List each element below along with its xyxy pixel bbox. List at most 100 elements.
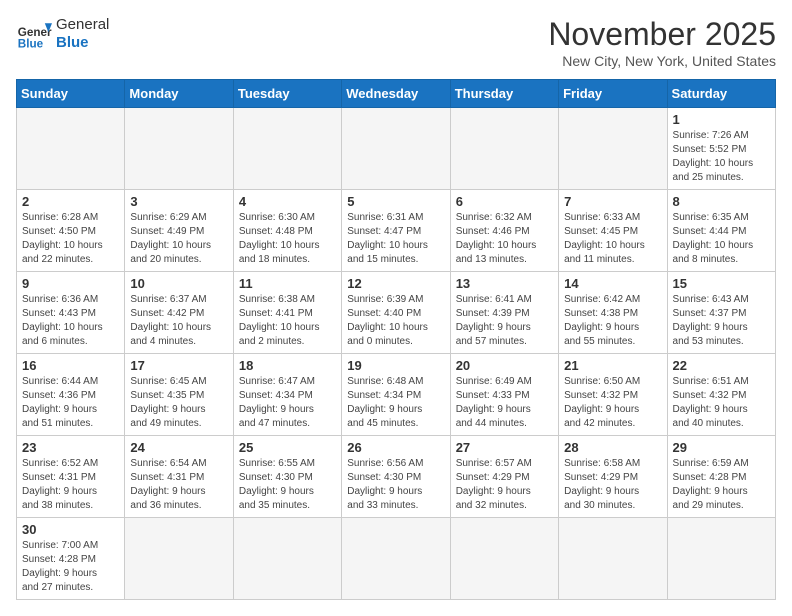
calendar-cell: 23 Sunrise: 6:52 AM Sunset: 4:31 PM Dayli…: [17, 436, 125, 518]
calendar-cell: 9 Sunrise: 6:36 AM Sunset: 4:43 PM Daylig…: [17, 272, 125, 354]
calendar-cell: 12Sunrise: 6:39 AM Sunset: 4:40 PM Dayli…: [342, 272, 450, 354]
day-info: Sunrise: 6:36 AM Sunset: 4:43 PM Dayligh…: [22, 293, 119, 349]
day-number: 9: [22, 276, 119, 291]
day-number: 1: [673, 112, 770, 127]
col-wednesday: Wednesday: [342, 80, 450, 108]
col-saturday: Saturday: [667, 80, 775, 108]
day-info: Sunrise: 6:57 AM Sunset: 4:29 PM Dayligh…: [456, 457, 553, 513]
day-number: 29: [673, 440, 770, 455]
day-info: Sunrise: 6:48 AM Sunset: 4:34 PM Dayligh…: [347, 375, 444, 431]
day-info: Sunrise: 6:30 AM Sunset: 4:48 PM Dayligh…: [239, 211, 336, 267]
day-info: Sunrise: 6:29 AM Sunset: 4:49 PM Dayligh…: [130, 211, 227, 267]
calendar-cell: [125, 108, 233, 190]
logo: General Blue General Blue: [16, 16, 109, 52]
day-number: 18: [239, 358, 336, 373]
calendar-cell: 8 Sunrise: 6:35 AM Sunset: 4:44 PM Daylig…: [667, 190, 775, 272]
day-info: Sunrise: 6:52 AM Sunset: 4:31 PM Dayligh…: [22, 457, 119, 513]
day-number: 8: [673, 194, 770, 209]
day-info: Sunrise: 7:26 AM Sunset: 5:52 PM Dayligh…: [673, 129, 770, 185]
day-number: 6: [456, 194, 553, 209]
calendar-cell: [125, 518, 233, 600]
day-number: 25: [239, 440, 336, 455]
calendar-cell: 20Sunrise: 6:49 AM Sunset: 4:33 PM Dayli…: [450, 354, 558, 436]
calendar-cell: 17 Sunrise: 6:45 AM Sunset: 4:35 PM Dayli…: [125, 354, 233, 436]
location-text: New City, New York, United States: [548, 53, 776, 69]
calendar-cell: 19 Sunrise: 6:48 AM Sunset: 4:34 PM Dayli…: [342, 354, 450, 436]
day-number: 26: [347, 440, 444, 455]
day-info: Sunrise: 6:41 AM Sunset: 4:39 PM Dayligh…: [456, 293, 553, 349]
calendar-cell: 4 Sunrise: 6:30 AM Sunset: 4:48 PM Daylig…: [233, 190, 341, 272]
calendar-cell: [450, 108, 558, 190]
day-info: Sunrise: 6:58 AM Sunset: 4:29 PM Dayligh…: [564, 457, 661, 513]
calendar-cell: 14Sunrise: 6:42 AM Sunset: 4:38 PM Dayli…: [559, 272, 667, 354]
calendar-cell: 25Sunrise: 6:55 AM Sunset: 4:30 PM Dayli…: [233, 436, 341, 518]
day-number: 17: [130, 358, 227, 373]
day-number: 30: [22, 522, 119, 537]
calendar-cell: 11Sunrise: 6:38 AM Sunset: 4:41 PM Dayli…: [233, 272, 341, 354]
day-number: 15: [673, 276, 770, 291]
day-info: Sunrise: 6:28 AM Sunset: 4:50 PM Dayligh…: [22, 211, 119, 267]
col-tuesday: Tuesday: [233, 80, 341, 108]
day-number: 3: [130, 194, 227, 209]
calendar-cell: 15Sunrise: 6:43 AM Sunset: 4:37 PM Dayli…: [667, 272, 775, 354]
day-number: 10: [130, 276, 227, 291]
calendar-cell: 13 Sunrise: 6:41 AM Sunset: 4:39 PM Dayli…: [450, 272, 558, 354]
day-info: Sunrise: 6:37 AM Sunset: 4:42 PM Dayligh…: [130, 293, 227, 349]
logo-blue-text: Blue: [56, 34, 109, 52]
calendar-cell: [667, 518, 775, 600]
day-number: 23: [22, 440, 119, 455]
day-info: Sunrise: 6:54 AM Sunset: 4:31 PM Dayligh…: [130, 457, 227, 513]
day-number: 13: [456, 276, 553, 291]
calendar-cell: [342, 108, 450, 190]
calendar-cell: 18 Sunrise: 6:47 AM Sunset: 4:34 PM Dayli…: [233, 354, 341, 436]
day-info: Sunrise: 6:31 AM Sunset: 4:47 PM Dayligh…: [347, 211, 444, 267]
day-info: Sunrise: 6:59 AM Sunset: 4:28 PM Dayligh…: [673, 457, 770, 513]
day-number: 4: [239, 194, 336, 209]
calendar-cell: 10 Sunrise: 6:37 AM Sunset: 4:42 PM Dayli…: [125, 272, 233, 354]
calendar-cell: 6 Sunrise: 6:32 AM Sunset: 4:46 PM Daylig…: [450, 190, 558, 272]
day-number: 2: [22, 194, 119, 209]
day-info: Sunrise: 6:47 AM Sunset: 4:34 PM Dayligh…: [239, 375, 336, 431]
calendar-cell: 26Sunrise: 6:56 AM Sunset: 4:30 PM Dayli…: [342, 436, 450, 518]
day-info: Sunrise: 6:39 AM Sunset: 4:40 PM Dayligh…: [347, 293, 444, 349]
title-block: November 2025 New City, New York, United…: [548, 16, 776, 69]
weekday-header-row: Sunday Monday Tuesday Wednesday Thursday…: [17, 80, 776, 108]
logo-general-text: General: [56, 16, 109, 34]
month-title: November 2025: [548, 16, 776, 53]
calendar-cell: 2 Sunrise: 6:28 AM Sunset: 4:50 PM Daylig…: [17, 190, 125, 272]
calendar-cell: [450, 518, 558, 600]
calendar-cell: 3 Sunrise: 6:29 AM Sunset: 4:49 PM Daylig…: [125, 190, 233, 272]
day-info: Sunrise: 6:51 AM Sunset: 4:32 PM Dayligh…: [673, 375, 770, 431]
calendar-cell: [233, 518, 341, 600]
calendar-cell: 30Sunrise: 7:00 AM Sunset: 4:28 PM Dayli…: [17, 518, 125, 600]
calendar-cell: [559, 108, 667, 190]
calendar-cell: 21 Sunrise: 6:50 AM Sunset: 4:32 PM Dayli…: [559, 354, 667, 436]
day-number: 7: [564, 194, 661, 209]
col-monday: Monday: [125, 80, 233, 108]
calendar-table: Sunday Monday Tuesday Wednesday Thursday…: [16, 79, 776, 600]
day-number: 20: [456, 358, 553, 373]
calendar-cell: 5 Sunrise: 6:31 AM Sunset: 4:47 PM Daylig…: [342, 190, 450, 272]
col-sunday: Sunday: [17, 80, 125, 108]
day-info: Sunrise: 6:33 AM Sunset: 4:45 PM Dayligh…: [564, 211, 661, 267]
day-number: 5: [347, 194, 444, 209]
calendar-cell: 29 Sunrise: 6:59 AM Sunset: 4:28 PM Dayli…: [667, 436, 775, 518]
day-number: 28: [564, 440, 661, 455]
logo-icon: General Blue: [16, 16, 52, 52]
day-number: 27: [456, 440, 553, 455]
day-info: Sunrise: 6:35 AM Sunset: 4:44 PM Dayligh…: [673, 211, 770, 267]
calendar-cell: 1 Sunrise: 7:26 AM Sunset: 5:52 PM Daylig…: [667, 108, 775, 190]
day-number: 19: [347, 358, 444, 373]
calendar-cell: [17, 108, 125, 190]
page-header: General Blue General Blue November 2025 …: [16, 16, 776, 69]
day-info: Sunrise: 6:45 AM Sunset: 4:35 PM Dayligh…: [130, 375, 227, 431]
calendar-cell: 16Sunrise: 6:44 AM Sunset: 4:36 PM Dayli…: [17, 354, 125, 436]
calendar-cell: 22Sunrise: 6:51 AM Sunset: 4:32 PM Dayli…: [667, 354, 775, 436]
calendar-cell: 7 Sunrise: 6:33 AM Sunset: 4:45 PM Daylig…: [559, 190, 667, 272]
day-info: Sunrise: 6:50 AM Sunset: 4:32 PM Dayligh…: [564, 375, 661, 431]
day-number: 16: [22, 358, 119, 373]
calendar-cell: [233, 108, 341, 190]
day-number: 21: [564, 358, 661, 373]
svg-text:Blue: Blue: [18, 38, 44, 51]
day-info: Sunrise: 6:32 AM Sunset: 4:46 PM Dayligh…: [456, 211, 553, 267]
